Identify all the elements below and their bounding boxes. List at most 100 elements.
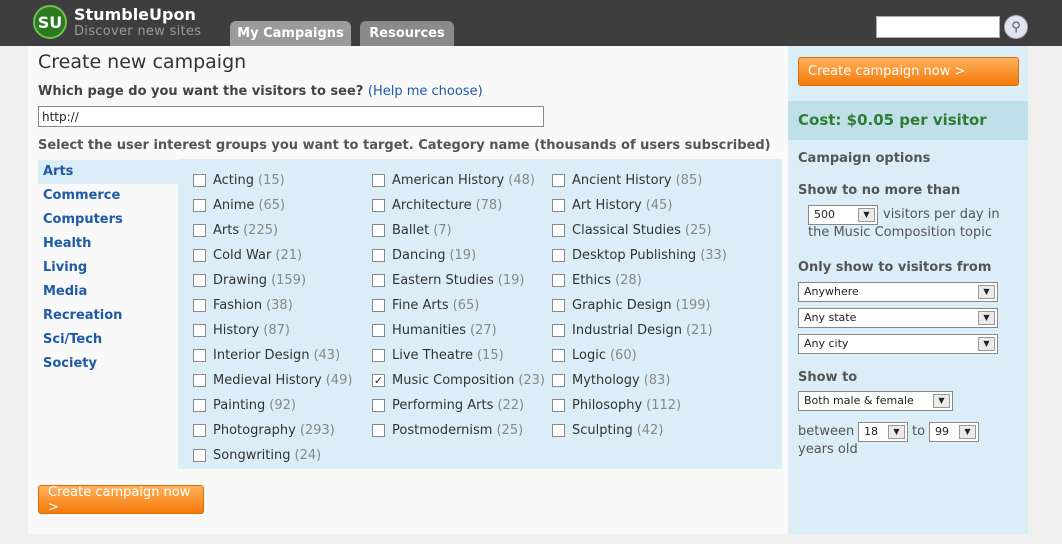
- interest-item[interactable]: Art History (45): [552, 195, 672, 215]
- interest-item[interactable]: American History (48): [372, 170, 535, 190]
- interest-checkbox[interactable]: [372, 173, 385, 187]
- interest-name: Songwriting: [213, 447, 291, 463]
- interest-checkbox[interactable]: [372, 348, 385, 362]
- interest-item[interactable]: Arts (225): [193, 220, 278, 240]
- interest-name: Art History: [572, 197, 642, 213]
- interest-checkbox[interactable]: [552, 423, 565, 437]
- interest-checkbox[interactable]: [372, 223, 385, 237]
- interest-name: Classical Studies: [572, 222, 681, 238]
- gender-select[interactable]: Both male & female ▼: [798, 391, 953, 411]
- interest-item[interactable]: Ballet (7): [372, 220, 452, 240]
- interest-item[interactable]: Painting (92): [193, 395, 296, 415]
- url-input[interactable]: [38, 106, 544, 127]
- interest-checkbox[interactable]: [193, 398, 206, 412]
- interest-checkbox[interactable]: [552, 173, 565, 187]
- interest-item[interactable]: Postmodernism (25): [372, 420, 523, 440]
- interest-checkbox[interactable]: [193, 198, 206, 212]
- interest-item[interactable]: Fashion (38): [193, 295, 293, 315]
- interest-item[interactable]: Anime (65): [193, 195, 285, 215]
- interest-checkbox[interactable]: [193, 348, 206, 362]
- interest-checkbox[interactable]: [193, 223, 206, 237]
- interest-checkbox[interactable]: [372, 423, 385, 437]
- location-select[interactable]: Anywhere ▼: [798, 282, 998, 302]
- interest-checkbox[interactable]: [552, 298, 565, 312]
- category-scitech[interactable]: Sci/Tech: [38, 328, 178, 352]
- interest-item[interactable]: Performing Arts (22): [372, 395, 524, 415]
- interest-checkbox[interactable]: [193, 448, 206, 462]
- create-campaign-button[interactable]: Create campaign now >: [38, 485, 204, 515]
- interest-checkbox[interactable]: [552, 248, 565, 262]
- interest-item[interactable]: Medieval History (49): [193, 370, 352, 390]
- interest-checkbox[interactable]: [372, 398, 385, 412]
- category-recreation[interactable]: Recreation: [38, 304, 178, 328]
- interest-checkbox[interactable]: [372, 323, 385, 337]
- interest-item[interactable]: History (87): [193, 320, 290, 340]
- interest-item[interactable]: Mythology (83): [552, 370, 670, 390]
- interest-item[interactable]: Songwriting (24): [193, 445, 321, 465]
- interest-item[interactable]: ✓ Music Composition (23): [372, 370, 545, 390]
- visitor-limit-select[interactable]: 500 ▼: [808, 205, 878, 225]
- interest-name: Fashion: [213, 297, 263, 313]
- interest-item[interactable]: Ancient History (85): [552, 170, 702, 190]
- category-health[interactable]: Health: [38, 232, 178, 256]
- interest-item[interactable]: Cold War (21): [193, 245, 302, 265]
- age-min-select[interactable]: 18 ▼: [858, 422, 908, 442]
- create-campaign-button-top[interactable]: Create campaign now >: [798, 57, 1019, 86]
- interest-item[interactable]: Graphic Design (199): [552, 295, 711, 315]
- interest-checkbox[interactable]: [193, 423, 206, 437]
- category-commerce[interactable]: Commerce: [38, 184, 178, 208]
- interest-item[interactable]: Live Theatre (15): [372, 345, 504, 365]
- category-society[interactable]: Society: [38, 352, 178, 376]
- interest-item[interactable]: Ethics (28): [552, 270, 642, 290]
- interest-checkbox[interactable]: ✓: [372, 373, 385, 387]
- state-select[interactable]: Any state ▼: [798, 308, 998, 328]
- interest-name: Sculpting: [572, 422, 633, 438]
- category-living[interactable]: Living: [38, 256, 178, 280]
- interest-item[interactable]: Photography (293): [193, 420, 335, 440]
- interest-checkbox[interactable]: [552, 348, 565, 362]
- search-input[interactable]: [876, 16, 1000, 38]
- interest-item[interactable]: Fine Arts (65): [372, 295, 479, 315]
- interest-checkbox[interactable]: [193, 323, 206, 337]
- interest-count: (112): [646, 397, 682, 413]
- interest-checkbox[interactable]: [372, 298, 385, 312]
- interest-item[interactable]: Logic (60): [552, 345, 637, 365]
- interest-item[interactable]: Drawing (159): [193, 270, 306, 290]
- interest-checkbox[interactable]: [552, 373, 565, 387]
- interest-item[interactable]: Dancing (19): [372, 245, 476, 265]
- interest-item[interactable]: Classical Studies (25): [552, 220, 712, 240]
- tab-resources[interactable]: Resources: [360, 21, 454, 46]
- brand-name[interactable]: StumbleUpon: [74, 5, 196, 24]
- interest-item[interactable]: Philosophy (112): [552, 395, 681, 415]
- interest-checkbox[interactable]: [193, 173, 206, 187]
- interest-checkbox[interactable]: [193, 298, 206, 312]
- interest-checkbox[interactable]: [552, 198, 565, 212]
- interest-item[interactable]: Eastern Studies (19): [372, 270, 524, 290]
- category-media[interactable]: Media: [38, 280, 178, 304]
- interest-item[interactable]: Acting (15): [193, 170, 285, 190]
- interest-checkbox[interactable]: [372, 273, 385, 287]
- interest-checkbox[interactable]: [193, 373, 206, 387]
- interest-checkbox[interactable]: [552, 223, 565, 237]
- interest-checkbox[interactable]: [372, 198, 385, 212]
- interest-checkbox[interactable]: [552, 273, 565, 287]
- interest-item[interactable]: Architecture (78): [372, 195, 502, 215]
- category-arts[interactable]: Arts: [38, 160, 180, 184]
- search-button[interactable]: ⚲: [1004, 15, 1028, 39]
- city-select[interactable]: Any city ▼: [798, 334, 998, 354]
- interest-item[interactable]: Desktop Publishing (33): [552, 245, 727, 265]
- interest-checkbox[interactable]: [552, 398, 565, 412]
- interest-item[interactable]: Humanities (27): [372, 320, 497, 340]
- interest-item[interactable]: Industrial Design (21): [552, 320, 713, 340]
- interest-item[interactable]: Interior Design (43): [193, 345, 340, 365]
- interest-checkbox[interactable]: [372, 248, 385, 262]
- interest-checkbox[interactable]: [193, 248, 206, 262]
- help-me-choose-link[interactable]: (Help me choose): [368, 84, 483, 99]
- age-max-select[interactable]: 99 ▼: [929, 422, 979, 442]
- stumbleupon-logo-icon[interactable]: SU: [33, 5, 67, 39]
- interest-item[interactable]: Sculpting (42): [552, 420, 663, 440]
- interest-checkbox[interactable]: [552, 323, 565, 337]
- interest-checkbox[interactable]: [193, 273, 206, 287]
- tab-my-campaigns[interactable]: My Campaigns: [230, 21, 351, 46]
- category-computers[interactable]: Computers: [38, 208, 178, 232]
